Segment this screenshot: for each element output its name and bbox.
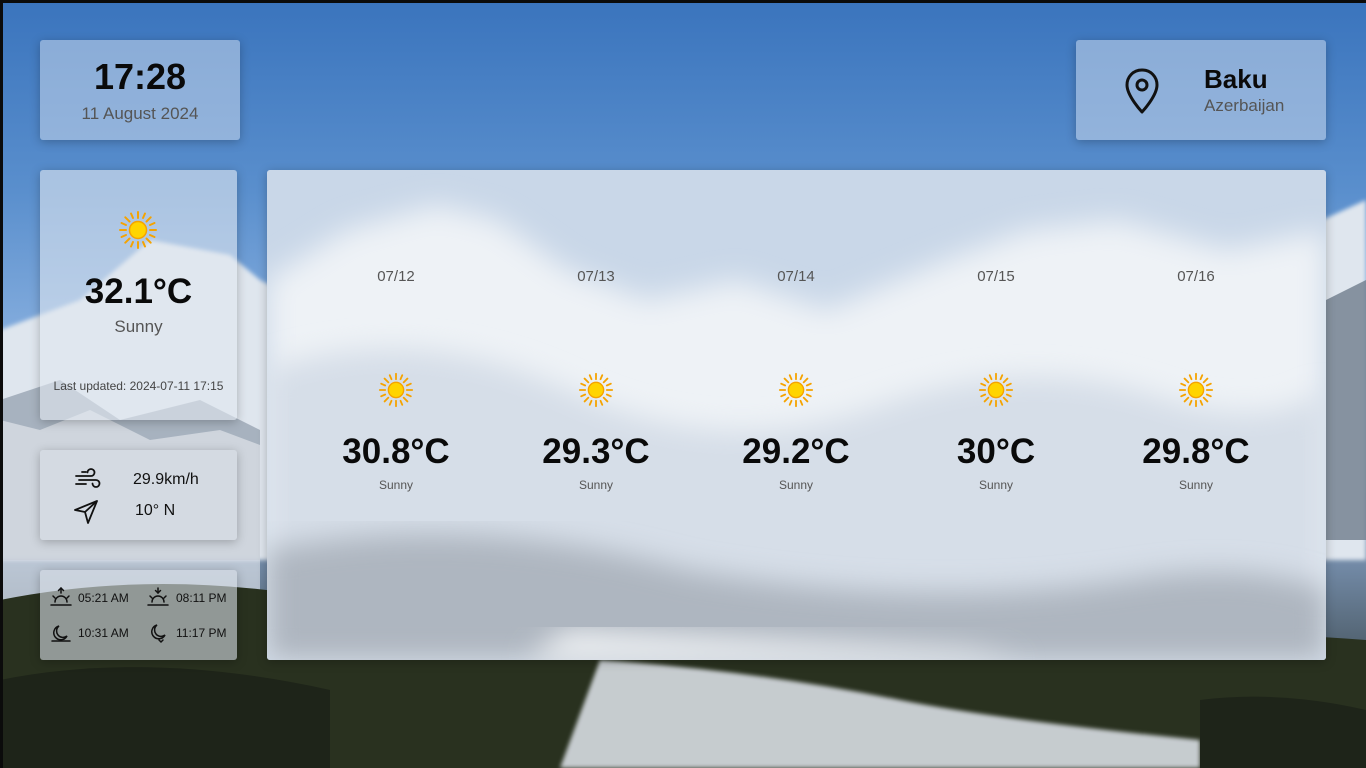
sunrise-time: 05:21 AM [78, 591, 129, 605]
forecast-condition: Sunny [978, 478, 1014, 492]
forecast-condition: Sunny [578, 478, 614, 492]
clock-time: 17:28 [93, 56, 187, 97]
forecast-panel: 07/12 30.8°C Sunny 07/13 29.3°C Sunny 07… [267, 170, 1326, 660]
sun-icon [1178, 372, 1214, 408]
sunset-time: 08:11 PM [176, 591, 227, 605]
forecast-date: 07/15 [977, 268, 1015, 285]
moonrise-icon [51, 625, 71, 642]
astro-panel: 05:21 AM 08:11 PM 10:31 AM 11:17 PM [40, 570, 237, 660]
forecast-day: 07/15 30°C Sunny [896, 170, 1096, 660]
forecast-temperature: 30°C [956, 432, 1036, 471]
clock-panel: 17:28 11 August 2024 [40, 40, 240, 140]
forecast-temperature: 30.8°C [342, 432, 450, 471]
sun-icon [578, 372, 614, 408]
current-weather-panel: 32.1°C Sunny Last updated: 2024-07-11 17… [40, 170, 237, 420]
forecast-day: 07/13 29.3°C Sunny [496, 170, 696, 660]
forecast-condition: Sunny [378, 478, 414, 492]
current-temperature: 32.1°C [84, 272, 193, 311]
forecast-temperature: 29.2°C [742, 432, 850, 471]
forecast-date: 07/12 [377, 268, 415, 285]
wind-speed: 29.9km/h [133, 471, 199, 488]
clock-date: 11 August 2024 [81, 104, 199, 123]
last-updated: Last updated: 2024-07-11 17:15 [53, 379, 224, 393]
forecast-day: 07/16 29.8°C Sunny [1096, 170, 1296, 660]
forecast-condition: Sunny [1178, 478, 1214, 492]
forecast-date: 07/13 [577, 268, 615, 285]
current-condition: Sunny [114, 317, 163, 336]
moonset-time: 11:17 PM [176, 626, 227, 640]
wind-icon [75, 468, 101, 488]
wind-panel: 29.9km/h 10° N [40, 450, 237, 540]
moonrise-time: 10:31 AM [78, 626, 129, 640]
sun-icon [378, 372, 414, 408]
forecast-temperature: 29.8°C [1142, 432, 1250, 471]
moonset-icon [151, 624, 166, 644]
wind-direction: 10° N [135, 502, 176, 519]
forecast-day: 07/12 30.8°C Sunny [296, 170, 496, 660]
location-city: Baku [1204, 64, 1268, 94]
sun-icon [978, 372, 1014, 408]
sunrise-icon [50, 586, 72, 606]
forecast-day: 07/14 29.2°C Sunny [696, 170, 896, 660]
forecast-date: 07/14 [777, 268, 815, 285]
sun-icon [778, 372, 814, 408]
sun-icon [119, 211, 157, 249]
forecast-temperature: 29.3°C [542, 432, 650, 471]
map-pin-icon [1125, 68, 1159, 114]
navigation-arrow-icon [74, 500, 98, 524]
sunset-icon [147, 587, 169, 606]
location-country: Azerbaijan [1204, 96, 1285, 115]
location-panel[interactable]: Baku Azerbaijan [1076, 40, 1326, 140]
forecast-date: 07/16 [1177, 268, 1215, 285]
forecast-condition: Sunny [778, 478, 814, 492]
